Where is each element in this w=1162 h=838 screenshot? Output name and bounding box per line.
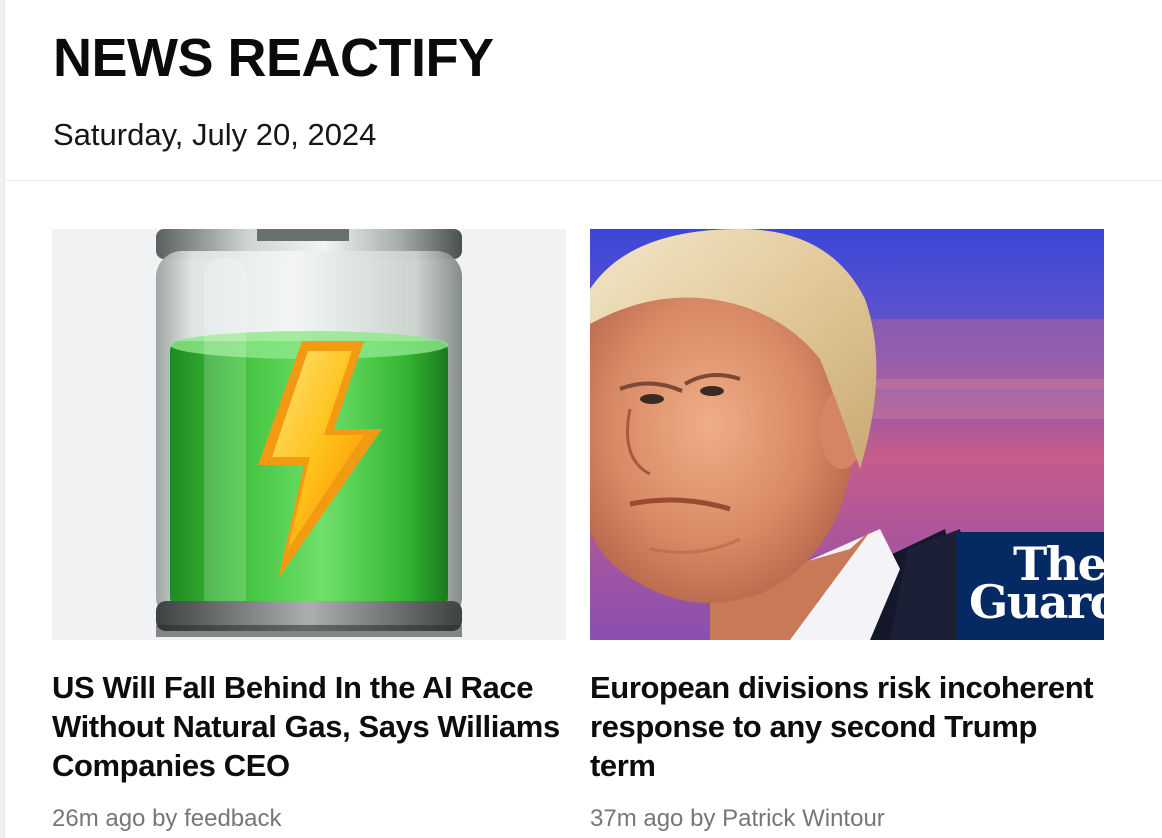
site-title[interactable]: NEWS REACTIFY [53,27,494,89]
current-date: Saturday, July 20, 2024 [53,117,377,152]
article-meta: 26m ago by feedback [52,805,282,832]
article-card[interactable]: US Will Fall Behind In the AI Race Witho… [52,229,566,832]
article-card[interactable]: The Guardian European divisions risk inc… [590,229,1104,832]
guardian-logo-line2: Guardian [969,575,1104,629]
battery-icon [52,229,566,640]
article-headline[interactable]: US Will Fall Behind In the AI Race Witho… [52,668,566,785]
article-meta: 37m ago by Patrick Wintour [590,805,885,832]
page-header: NEWS REACTIFY Saturday, July 20, 2024 [4,0,1162,181]
article-headline-link[interactable]: US Will Fall Behind In the AI Race Witho… [52,670,560,783]
guardian-logo: The Guardian [957,532,1104,640]
article-headline[interactable]: European divisions risk incoherent respo… [590,668,1104,785]
article-headline-link[interactable]: European divisions risk incoherent respo… [590,670,1094,783]
article-image[interactable]: The Guardian [590,229,1104,640]
article-image[interactable] [52,229,566,640]
